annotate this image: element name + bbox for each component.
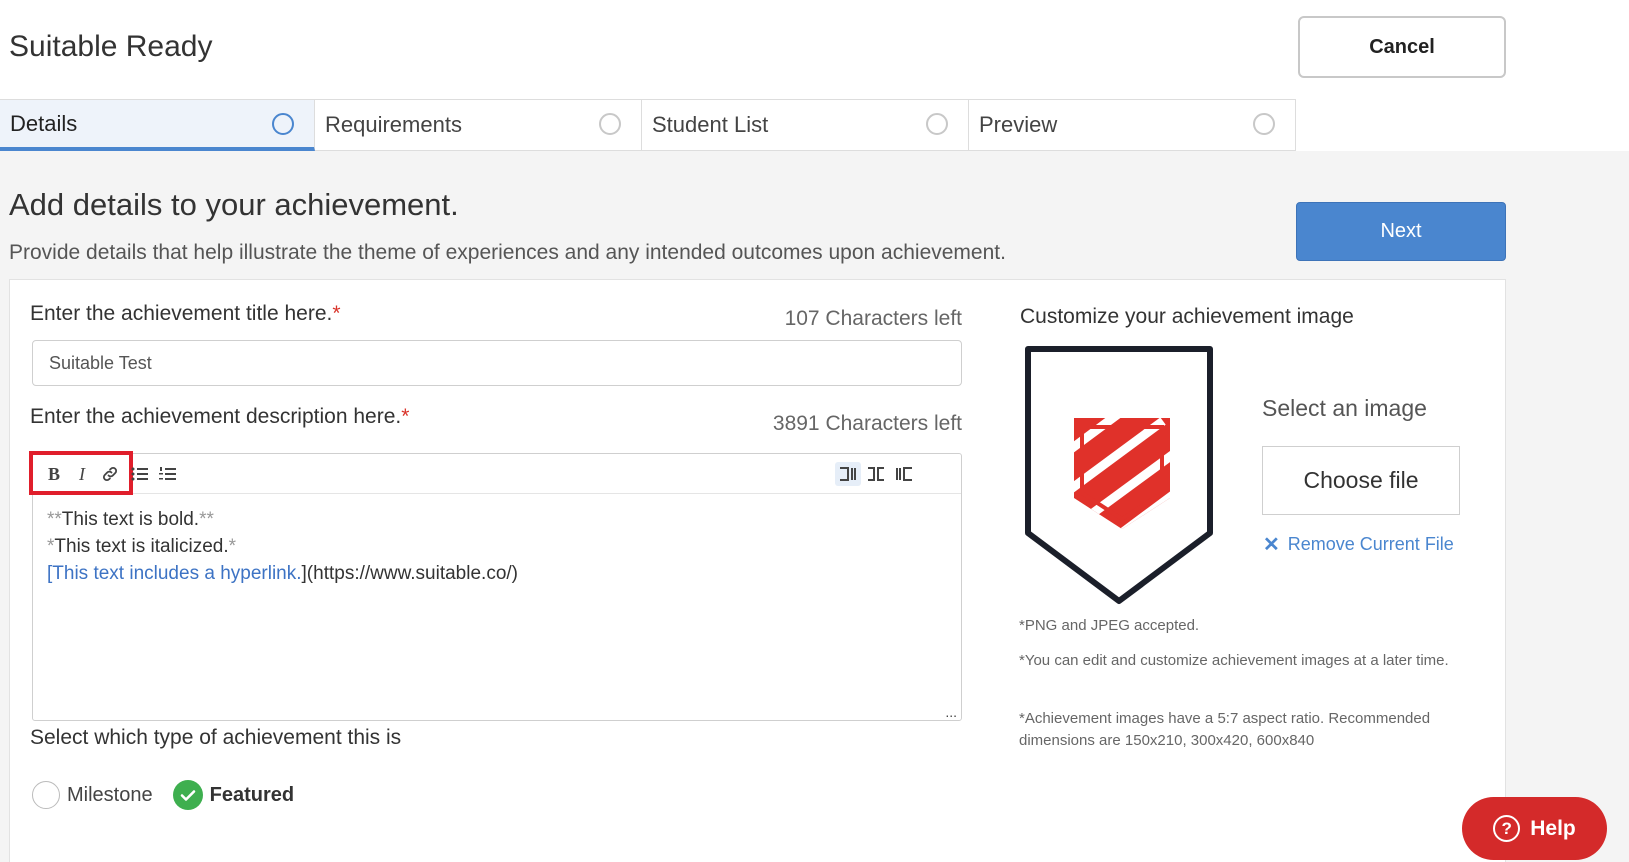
close-icon: ✕ bbox=[1263, 534, 1280, 556]
tab-label: Student List bbox=[652, 112, 769, 137]
featured-radio[interactable] bbox=[172, 780, 203, 810]
tab-details[interactable]: Details bbox=[0, 99, 315, 151]
step-tabs: Details Requirements Student List Previe… bbox=[0, 99, 1296, 151]
hyperlink-url: (https://www.suitable.co/) bbox=[306, 563, 518, 584]
checkmark-icon bbox=[180, 790, 195, 801]
edit-mode-button[interactable] bbox=[835, 462, 861, 486]
title-field-label: Enter the achievement title here.* bbox=[30, 302, 341, 326]
image-note-aspect-ratio: *Achievement images have a 5:7 aspect ra… bbox=[1019, 710, 1431, 749]
title-input[interactable]: Suitable Test bbox=[32, 340, 962, 386]
required-mark: * bbox=[332, 302, 341, 325]
details-form-card: Enter the achievement title here.* 107 C… bbox=[9, 279, 1506, 862]
title-label-text: Enter the achievement title here. bbox=[30, 302, 333, 325]
step-status-circle-icon bbox=[599, 113, 621, 135]
achievement-image bbox=[1023, 343, 1223, 608]
markdown-mark: ** bbox=[47, 509, 62, 530]
numbered-list-button[interactable] bbox=[155, 462, 181, 486]
description-label-text: Enter the achievement description here. bbox=[30, 405, 402, 428]
title-input-value: Suitable Test bbox=[49, 352, 152, 373]
image-panel-label: Customize your achievement image bbox=[1020, 305, 1354, 328]
preview-mode-icon bbox=[896, 467, 912, 481]
split-view-icon bbox=[868, 467, 884, 481]
resize-handle-icon[interactable]: ... bbox=[945, 704, 957, 720]
tab-student-list[interactable]: Student List bbox=[642, 99, 969, 151]
page-subheading: Provide details that help illustrate the… bbox=[9, 241, 1006, 264]
tab-requirements[interactable]: Requirements bbox=[315, 99, 642, 151]
shield-badge-icon bbox=[1025, 346, 1213, 604]
markdown-mark: ** bbox=[199, 509, 214, 530]
required-mark: * bbox=[401, 405, 410, 428]
editor-line-bold: **This text is bold.** bbox=[47, 506, 518, 533]
step-status-circle-icon bbox=[272, 113, 294, 135]
step-status-circle-icon bbox=[1253, 113, 1275, 135]
select-image-label: Select an image bbox=[1262, 395, 1427, 421]
image-note-formats: *PNG and JPEG accepted. bbox=[1019, 617, 1200, 634]
highlight-annotation bbox=[29, 451, 133, 495]
achievement-type-options: Milestone Featured bbox=[32, 780, 294, 810]
help-button[interactable]: ? Help bbox=[1462, 797, 1607, 860]
milestone-label[interactable]: Milestone bbox=[67, 784, 153, 807]
featured-label[interactable]: Featured bbox=[210, 784, 294, 807]
app-title: Suitable Ready bbox=[9, 30, 213, 63]
image-note-edit-later: *You can edit and customize achievement … bbox=[1019, 652, 1449, 669]
tab-label: Requirements bbox=[325, 112, 462, 137]
step-status-circle-icon bbox=[926, 113, 948, 135]
editor-text: **This text is bold.** *This text is ita… bbox=[47, 506, 518, 587]
edit-mode-icon bbox=[840, 467, 856, 481]
next-button[interactable]: Next bbox=[1296, 202, 1506, 261]
choose-file-button[interactable]: Choose file bbox=[1262, 446, 1460, 515]
remove-file-label: Remove Current File bbox=[1287, 534, 1454, 554]
preview-mode-button[interactable] bbox=[891, 462, 917, 486]
tab-preview[interactable]: Preview bbox=[969, 99, 1296, 151]
bulleted-list-button[interactable] bbox=[127, 462, 153, 486]
tab-label: Details bbox=[10, 110, 78, 136]
description-field-label: Enter the achievement description here.* bbox=[30, 405, 409, 429]
description-chars-left: 3891 Characters left bbox=[772, 412, 962, 435]
tab-label: Preview bbox=[979, 112, 1058, 137]
help-label: Help bbox=[1530, 816, 1576, 840]
editor-toolbar: B I bbox=[29, 451, 961, 495]
main-content: Add details to your achievement. Provide… bbox=[0, 151, 1629, 862]
remove-current-file-link[interactable]: ✕ Remove Current File bbox=[1263, 532, 1454, 557]
editor-line-italic: *This text is italicized.* bbox=[47, 533, 518, 560]
cancel-button[interactable]: Cancel bbox=[1298, 16, 1506, 78]
question-icon: ? bbox=[1493, 815, 1521, 842]
page-heading: Add details to your achievement. bbox=[9, 187, 459, 222]
split-view-button[interactable] bbox=[863, 462, 889, 486]
achievement-type-label: Select which type of achievement this is bbox=[30, 726, 402, 749]
top-bar: Suitable Ready Cancel bbox=[0, 0, 1629, 96]
bulleted-list-icon bbox=[131, 467, 148, 481]
milestone-radio[interactable] bbox=[32, 781, 60, 809]
numbered-list-icon bbox=[159, 467, 176, 480]
title-chars-left: 107 Characters left bbox=[784, 307, 962, 330]
bold-text: This text is bold. bbox=[61, 509, 200, 530]
italic-text: This text is italicized. bbox=[54, 536, 229, 557]
editor-line-link: [This text includes a hyperlink.](https:… bbox=[47, 560, 518, 587]
hyperlink-text: This text includes a hyperlink. bbox=[52, 563, 302, 584]
markdown-mark: * bbox=[228, 536, 237, 557]
description-editor[interactable]: B I **This text is bold.** *This text is… bbox=[29, 451, 962, 721]
